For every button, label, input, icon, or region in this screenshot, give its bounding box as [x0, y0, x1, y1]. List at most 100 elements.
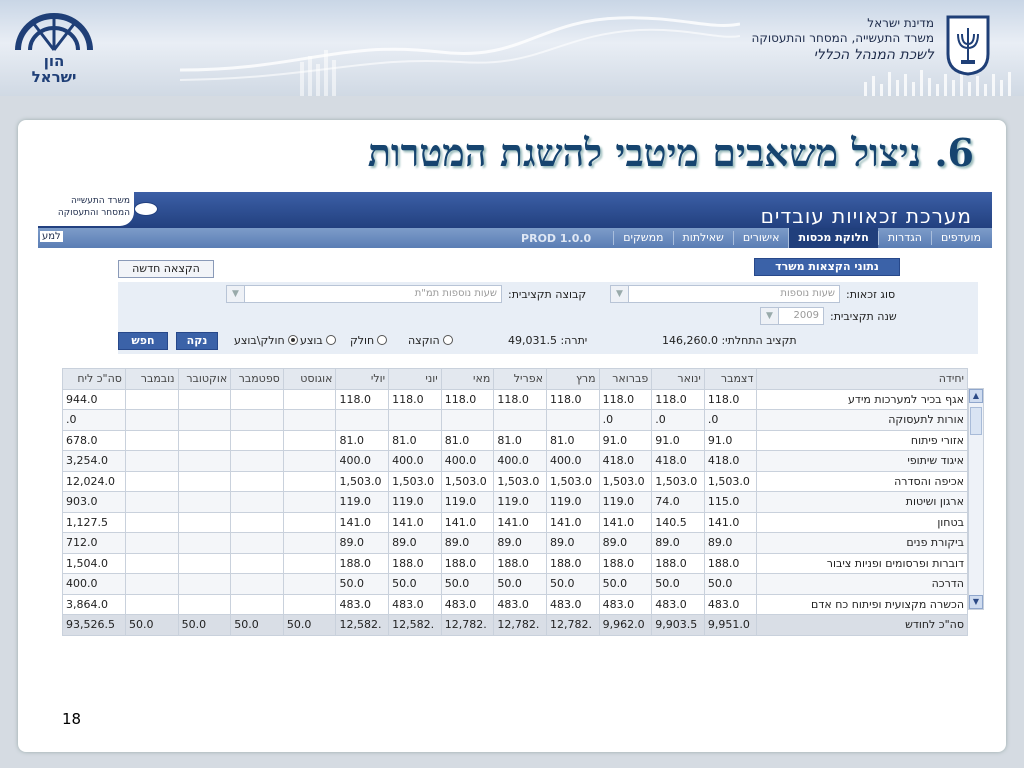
budget-year-select[interactable]: 2009 ▼ — [760, 307, 824, 325]
eligibility-type-select[interactable]: שעות נוספות ▼ — [610, 285, 840, 303]
value-cell: 141.0 — [335, 511, 390, 533]
tab-quota-allocation[interactable]: חלוקת מכסות — [788, 228, 878, 248]
grid-scrollbar[interactable]: ▲ ▼ — [968, 388, 984, 610]
value-cell — [230, 409, 284, 431]
table-row[interactable]: אגף בכיר למערכות מידע 118.0 118.0 118.0 118.… — [62, 388, 968, 410]
app-screenshot: משרד התעשייה המסחר והתעסוקה מערכת זכאויו… — [38, 192, 992, 636]
value-cell: 93,526.5 — [62, 614, 126, 636]
budget-group-value: שעות נוספות תמ"ת — [414, 288, 497, 299]
scroll-up-icon[interactable]: ▲ — [969, 389, 983, 403]
value-cell: 418.0 — [651, 450, 705, 472]
radio-distributed-executed[interactable]: חולק\בוצע — [234, 334, 298, 347]
column-header[interactable]: אפריל — [493, 368, 547, 390]
tab-favorites[interactable]: מועדפים — [931, 231, 990, 245]
value-cell: 115.0 — [703, 491, 758, 513]
budget-group-select[interactable]: שעות נוספות תמ"ת ▼ — [226, 285, 502, 303]
column-header[interactable]: יוני — [388, 368, 442, 390]
value-cell — [124, 388, 179, 410]
value-cell: 12,782. — [493, 614, 547, 636]
table-row[interactable]: אזורי פיתוח 91.0 91.0 91.0 81.0 81.0 81.0 81.0 8… — [62, 429, 968, 451]
value-cell: 1,503.0 — [545, 470, 600, 492]
mouse-icon — [134, 202, 158, 216]
table-row[interactable]: ביקורת פנים 89.0 89.0 89.0 89.0 89.0 89.0 89.0 8… — [62, 532, 968, 554]
value-cell: 81.0 — [440, 429, 495, 451]
value-cell — [177, 593, 232, 615]
value-cell — [282, 511, 337, 533]
value-cell: 89.0 — [440, 532, 495, 554]
tab-queries[interactable]: שאילתות — [672, 231, 733, 245]
column-header[interactable]: דצמבר — [703, 368, 758, 390]
column-header[interactable]: יולי — [335, 368, 390, 390]
value-cell — [282, 429, 337, 451]
value-cell: 483.0 — [440, 593, 495, 615]
value-cell: 50.0 — [282, 614, 337, 636]
tab-interfaces[interactable]: ממשקים — [613, 231, 672, 245]
ministry-small-line-1: משרד התעשייה — [70, 196, 130, 206]
clear-button[interactable]: נקה — [176, 332, 218, 350]
unit-cell: הכשרה מקצועית ופיתוח כח אדם — [756, 593, 968, 615]
table-row[interactable]: הכשרה מקצועית ופיתוח כח אדם 483.0 483.0 483… — [62, 593, 968, 615]
table-row[interactable]: בטחון 141.0 140.5 141.0 141.0 141.0 141.0 141.0… — [62, 511, 968, 533]
value-cell — [230, 450, 284, 472]
value-cell: 9,903.5 — [651, 614, 705, 636]
radio-distributed[interactable]: חולק — [350, 334, 388, 347]
value-cell — [545, 409, 600, 431]
radio-distributed-label: חולק — [350, 334, 375, 347]
table-row[interactable]: איגוד שיתופי 418.0 418.0 418.0 400.0 400.0 400… — [62, 450, 968, 472]
page-number: 18 — [62, 710, 82, 728]
radio-executed[interactable]: בוצע — [300, 334, 336, 347]
value-cell: 119.0 — [545, 491, 600, 513]
column-header[interactable]: אוקטובר — [177, 368, 232, 390]
value-cell: 483.0 — [335, 593, 390, 615]
value-cell: 12,782. — [440, 614, 495, 636]
tab-settings[interactable]: הגדרות — [877, 231, 931, 245]
value-cell — [230, 593, 284, 615]
value-cell: 483.0 — [545, 593, 600, 615]
value-cell — [124, 593, 179, 615]
value-cell: 678.0 — [62, 429, 126, 451]
column-header[interactable]: יחידה — [756, 368, 968, 390]
tab-approvals[interactable]: אישורים — [732, 231, 789, 245]
budget-year-label: שנה תקציבית: — [830, 310, 897, 323]
table-row[interactable]: אכיפה והסדרה 1,503.0 1,503.0 1,503.0 1,503.0… — [62, 470, 968, 492]
new-allocation-button[interactable]: הקצאה חדשה — [118, 260, 214, 278]
value-cell — [177, 511, 232, 533]
value-cell: 1,503.0 — [335, 470, 390, 492]
grid-body: אגף בכיר למערכות מידע 118.0 118.0 118.0 118.… — [62, 388, 968, 636]
column-header[interactable]: ספטמבר — [230, 368, 284, 390]
value-cell: .0 — [62, 409, 126, 431]
column-header[interactable]: ינואר — [651, 368, 705, 390]
column-header[interactable]: פברואר — [598, 368, 653, 390]
value-cell — [282, 552, 337, 574]
radio-allocated[interactable]: הוקצה — [408, 334, 453, 347]
value-cell — [124, 511, 179, 533]
table-row[interactable]: ארגון ושיטות 115.0 74.0 119.0 119.0 119.0 119.… — [62, 491, 968, 513]
column-header[interactable]: אוגוסט — [282, 368, 337, 390]
value-cell: 141.0 — [598, 511, 653, 533]
value-cell: 91.0 — [651, 429, 705, 451]
value-cell — [230, 388, 284, 410]
search-button[interactable]: חפש — [118, 332, 168, 350]
value-cell: 141.0 — [440, 511, 495, 533]
value-cell: 81.0 — [493, 429, 547, 451]
value-cell: 89.0 — [598, 532, 653, 554]
column-header[interactable]: נובמבר — [124, 368, 179, 390]
column-header[interactable]: סה"כ ליח — [62, 368, 126, 390]
value-cell: 188.0 — [598, 552, 653, 574]
value-cell: 12,582. — [335, 614, 390, 636]
table-row[interactable]: הדרכה 50.0 50.0 50.0 50.0 50.0 50.0 50.0 50.0 400… — [62, 573, 968, 595]
chevron-down-icon: ▼ — [761, 308, 779, 324]
scroll-down-icon[interactable]: ▼ — [969, 595, 983, 609]
scroll-thumb[interactable] — [970, 407, 982, 435]
table-row[interactable]: אורות לתעסוקה .0.0.0.0 — [62, 409, 968, 431]
table-row[interactable]: דוברות ופרסומים ופניות ציבור 188.0 188.0 18… — [62, 552, 968, 574]
unit-cell: אכיפה והסדרה — [756, 470, 968, 492]
value-cell: 1,503.0 — [703, 470, 758, 492]
column-header[interactable]: מרץ — [545, 368, 600, 390]
column-header[interactable]: מאי — [440, 368, 495, 390]
value-cell: 74.0 — [651, 491, 705, 513]
office-allocation-data-button[interactable]: נתוני הקצאות משרד — [754, 258, 900, 276]
chevron-down-icon: ▼ — [611, 286, 629, 302]
radio-dot — [377, 335, 388, 345]
total-row[interactable]: סה"כ לחודש 9,951.0 9,903.5 9,962.0 12,782. 12… — [62, 614, 968, 636]
